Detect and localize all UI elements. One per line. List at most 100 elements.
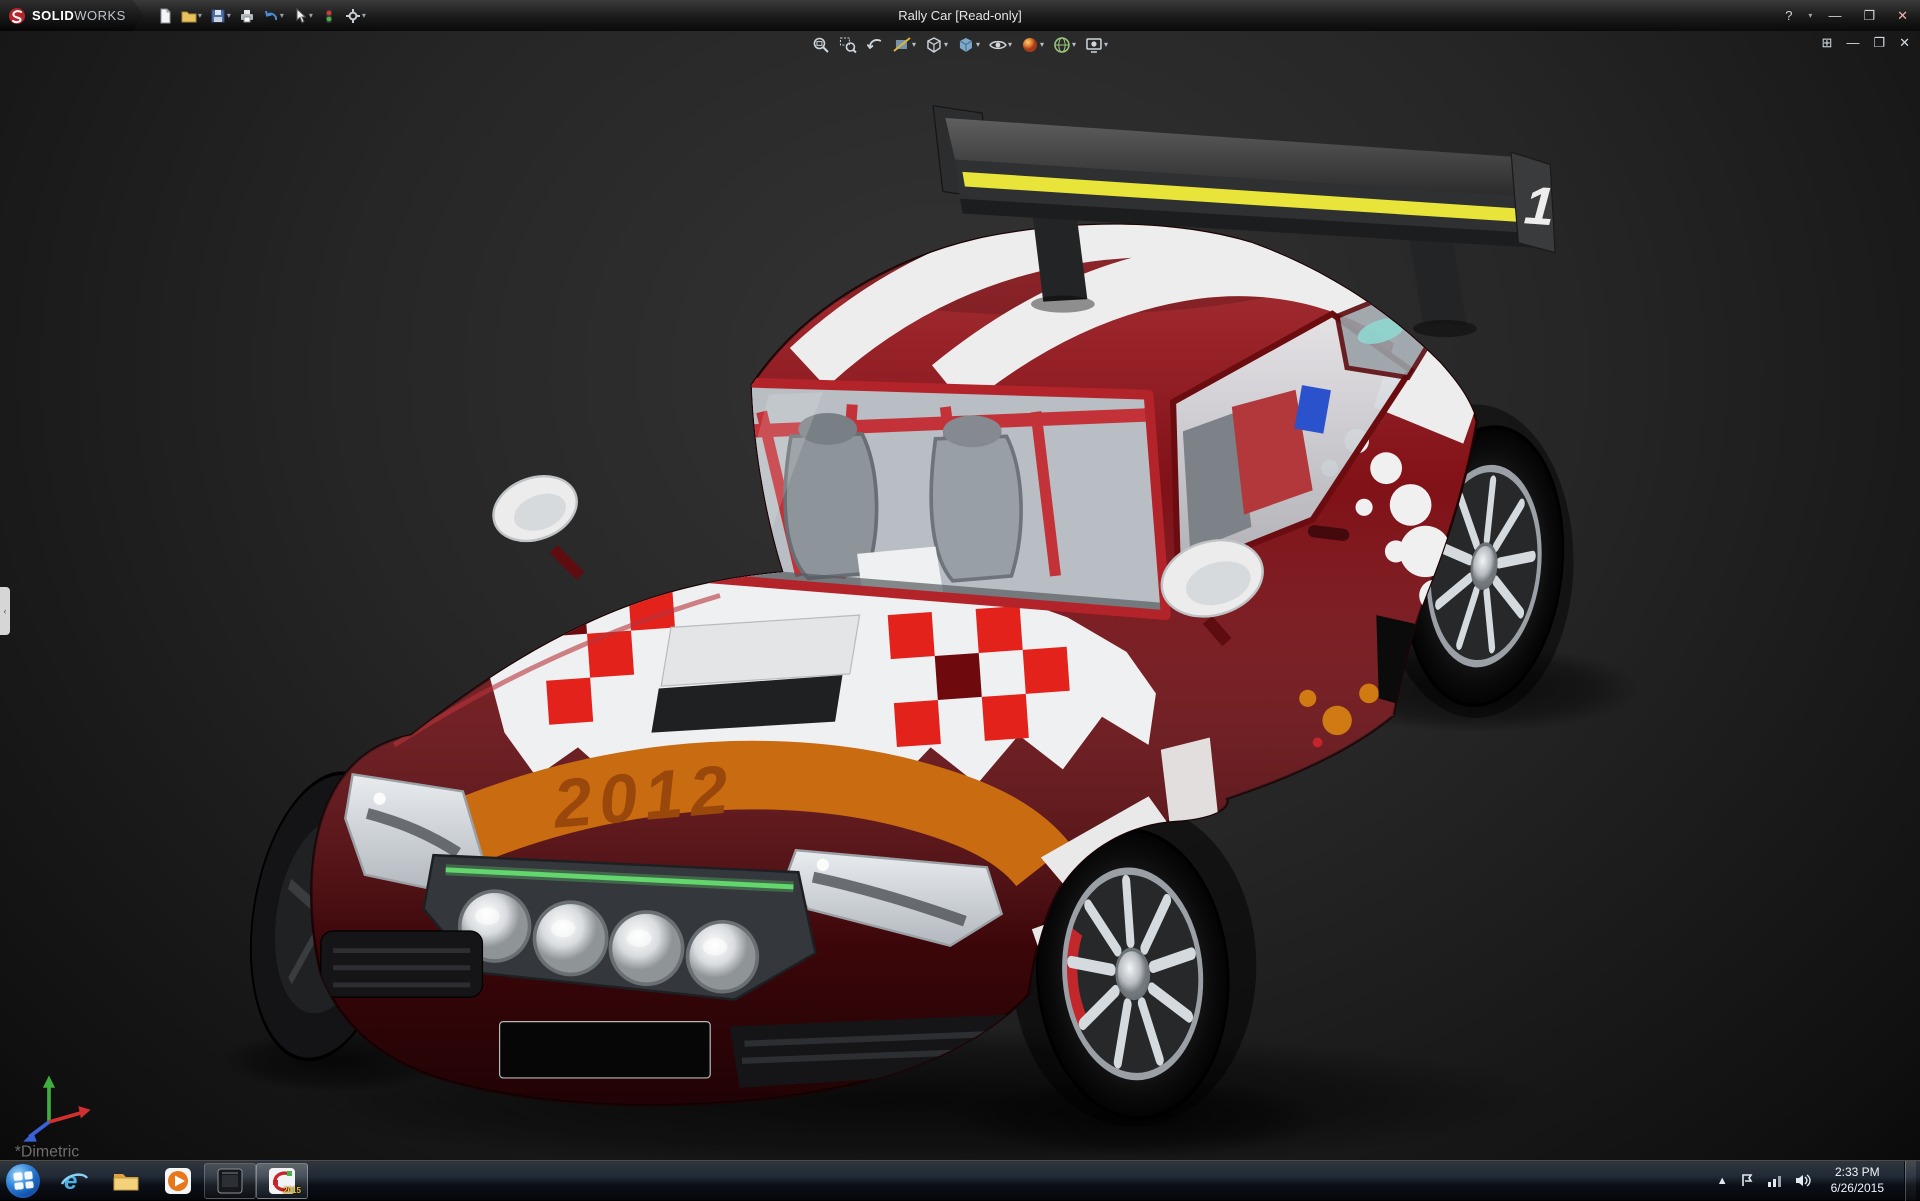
heads-up-view-toolbar: ▾ ▾ ▾ ▾ ▾ ▾ ▾ xyxy=(809,34,1111,56)
restore-button[interactable]: ❐ xyxy=(1857,7,1881,25)
scene-caret[interactable]: ▾ xyxy=(1072,41,1076,49)
hide-show-caret[interactable]: ▾ xyxy=(1008,41,1012,49)
clock-time: 2:33 PM xyxy=(1831,1165,1884,1181)
taskbar-item-app-window-dark[interactable] xyxy=(204,1163,256,1199)
view-orientation-button[interactable]: ▾ xyxy=(922,34,951,56)
section-view-icon xyxy=(893,36,911,54)
save-dropdown-caret[interactable]: ▾ xyxy=(227,12,231,20)
svg-text:e: e xyxy=(64,1168,77,1195)
appearance-caret[interactable]: ▾ xyxy=(1040,41,1044,49)
taskbar-item-media-player[interactable] xyxy=(152,1161,204,1201)
taskbar-item-internet-explorer[interactable]: e xyxy=(48,1161,100,1201)
appearance-ball-icon xyxy=(1021,36,1039,54)
options-gear-icon xyxy=(345,8,361,24)
taskbar-item-solidworks-2015[interactable]: 2015 xyxy=(256,1163,308,1199)
brand-light: WORKS xyxy=(74,8,126,23)
rebuild-button[interactable] xyxy=(318,6,340,26)
select-button[interactable]: ▾ xyxy=(289,6,316,26)
license-plate xyxy=(500,1022,711,1078)
apply-scene-button[interactable]: ▾ xyxy=(1050,34,1079,56)
orientation-triad xyxy=(23,1076,90,1142)
taskbar-clock[interactable]: 2:33 PM 6/26/2015 xyxy=(1823,1165,1892,1196)
new-document-button[interactable] xyxy=(154,6,176,26)
view-orientation-caret[interactable]: ▾ xyxy=(944,41,948,49)
view-settings-caret[interactable]: ▾ xyxy=(1104,41,1108,49)
previous-view-icon xyxy=(866,36,884,54)
undo-button[interactable]: ▾ xyxy=(260,6,287,26)
zoom-fit-icon xyxy=(812,36,830,54)
solidworks-logo xyxy=(8,7,26,25)
options-button[interactable]: ▾ xyxy=(342,6,369,26)
action-center-icon[interactable] xyxy=(1740,1173,1755,1188)
section-view-caret[interactable]: ▾ xyxy=(912,41,916,49)
rally-car-3d-model[interactable]: 2012 xyxy=(0,31,1920,1160)
desktop: { "window": { "brand": { "bold": "SOLID"… xyxy=(0,0,1920,1200)
edit-appearance-button[interactable]: ▾ xyxy=(1018,34,1047,56)
internet-explorer-icon: e xyxy=(59,1166,89,1196)
zoom-area-button[interactable] xyxy=(836,34,860,56)
brand-text: SOLIDWORKS xyxy=(32,8,126,23)
tile-window-icon[interactable]: ⊞ xyxy=(1822,35,1833,51)
feature-panel-collapsed-tab[interactable]: ‹ xyxy=(0,587,10,635)
show-hidden-icons-button[interactable]: ▲ xyxy=(1717,1175,1728,1187)
network-icon[interactable] xyxy=(1767,1173,1783,1188)
display-style-icon xyxy=(957,36,975,54)
clock-date: 6/26/2015 xyxy=(1831,1181,1884,1197)
open-button[interactable]: ▾ xyxy=(178,6,205,26)
help-dropdown-caret[interactable]: ▾ xyxy=(1808,12,1812,20)
view-orientation-label: *Dimetric xyxy=(15,1143,80,1160)
left-mirror xyxy=(484,465,585,576)
taskbar-item-windows-explorer[interactable] xyxy=(100,1161,152,1201)
options-dropdown-caret[interactable]: ▾ xyxy=(362,12,366,20)
close-button[interactable]: ✕ xyxy=(1891,7,1914,25)
hide-show-items-button[interactable]: ▾ xyxy=(986,34,1015,56)
brand-bold: SOLID xyxy=(32,8,74,23)
taskbar: e 2015 ▲ xyxy=(0,1160,1920,1200)
open-folder-icon xyxy=(181,8,197,24)
solidworks-brand: SOLIDWORKS xyxy=(0,0,144,31)
start-button[interactable] xyxy=(6,1164,40,1198)
dark-app-icon xyxy=(216,1167,244,1195)
section-view-button[interactable]: ▾ xyxy=(890,34,919,56)
solidworks-version-badge: 2015 xyxy=(283,1186,301,1195)
minimize-button[interactable]: — xyxy=(1822,7,1847,24)
print-button[interactable] xyxy=(236,6,258,26)
hood-scoop-top xyxy=(661,615,859,686)
system-tray: ▲ 2:33 PM 6/26/2015 xyxy=(1717,1161,1920,1201)
graphics-area[interactable]: ▾ ▾ ▾ ▾ ▾ ▾ ▾ ⊞ — ❐ ✕ xyxy=(0,31,1920,1160)
race-number-decal: 1 xyxy=(1522,175,1556,237)
undo-icon xyxy=(263,8,279,24)
display-style-caret[interactable]: ▾ xyxy=(976,41,980,49)
close-document-icon[interactable]: ✕ xyxy=(1899,35,1910,51)
select-cursor-icon xyxy=(292,8,308,24)
save-icon xyxy=(210,8,226,24)
volume-icon[interactable] xyxy=(1795,1173,1811,1188)
main-toolbar: ▾ ▾ ▾ ▾ ▾ xyxy=(154,6,369,26)
restore-document-icon[interactable]: ❐ xyxy=(1873,35,1885,51)
new-document-icon xyxy=(157,8,173,24)
titlebar: SOLIDWORKS ▾ ▾ ▾ ▾ ▾ xyxy=(0,0,1920,31)
hide-show-eye-icon xyxy=(989,36,1007,54)
passenger-seat xyxy=(931,436,1021,580)
folder-icon xyxy=(111,1166,141,1196)
help-button[interactable]: ? xyxy=(1779,7,1798,24)
show-desktop-button[interactable] xyxy=(1904,1161,1916,1201)
minimize-document-icon[interactable]: — xyxy=(1846,35,1859,51)
undo-dropdown-caret[interactable]: ▾ xyxy=(280,12,284,20)
view-settings-button[interactable]: ▾ xyxy=(1082,34,1111,56)
save-button[interactable]: ▾ xyxy=(207,6,234,26)
view-settings-icon xyxy=(1085,36,1103,54)
window-controls: ? ▾ — ❐ ✕ xyxy=(1779,0,1914,31)
print-icon xyxy=(239,8,255,24)
open-dropdown-caret[interactable]: ▾ xyxy=(198,12,202,20)
previous-view-button[interactable] xyxy=(863,34,887,56)
windows-flag-icon xyxy=(13,1171,34,1190)
display-style-button[interactable]: ▾ xyxy=(954,34,983,56)
view-orientation-icon xyxy=(925,36,943,54)
zoom-fit-button[interactable] xyxy=(809,34,833,56)
rebuild-icon xyxy=(321,8,337,24)
scene-globe-icon xyxy=(1053,36,1071,54)
zoom-area-icon xyxy=(839,36,857,54)
hood-year-decal: 2012 xyxy=(548,750,738,843)
select-dropdown-caret[interactable]: ▾ xyxy=(309,12,313,20)
